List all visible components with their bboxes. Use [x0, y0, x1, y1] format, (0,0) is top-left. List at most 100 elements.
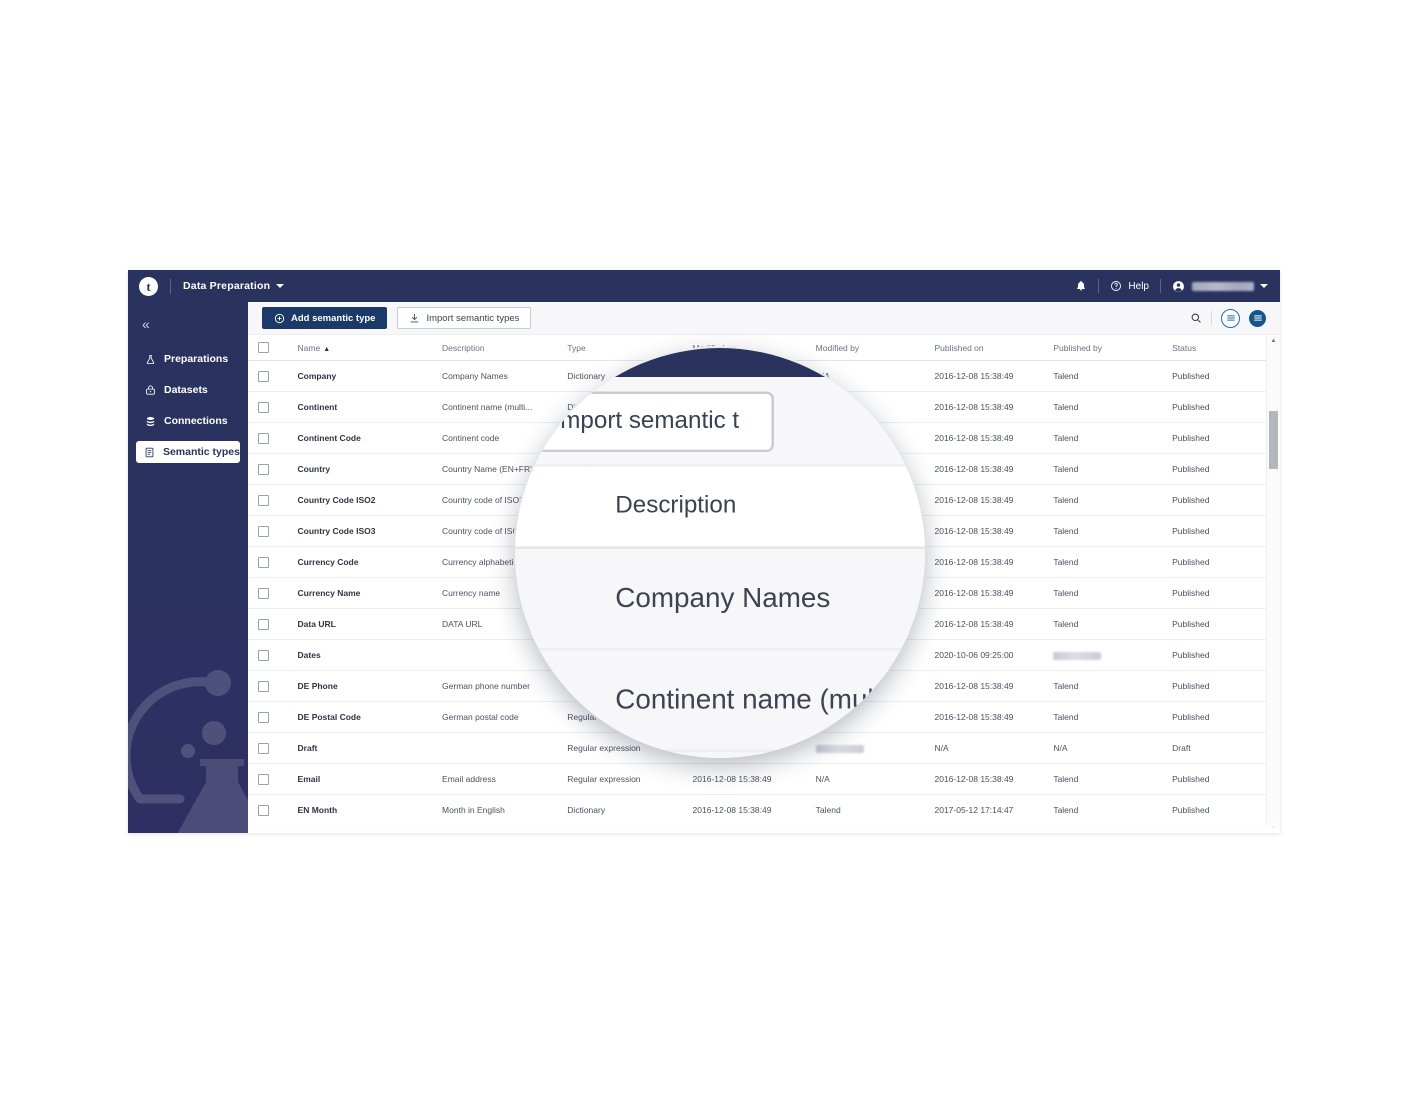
user-name-blurred — [1192, 281, 1254, 291]
cell-name: DE Postal Code — [286, 701, 432, 734]
app-topbar: t Data Preparation Help — [128, 270, 1280, 302]
magnified-table-row[interactable]: ContinentContinent name (multi...Diction… — [515, 649, 925, 753]
cell-status: Published — [1161, 608, 1280, 641]
cell-status: Draft — [1161, 732, 1280, 765]
cell-name: Company — [286, 360, 432, 393]
table-row[interactable]: Email Email address Regular expression 2016… — [248, 763, 1280, 796]
cell-name: EN Month — [286, 794, 432, 827]
magnified-table-row[interactable]: CompanyCompany NamesDictionary — [515, 547, 925, 651]
cell-published-by: Talend — [1042, 422, 1162, 455]
app-title-menu[interactable]: Data Preparation — [183, 280, 285, 292]
list-view-icon[interactable] — [1221, 308, 1240, 328]
sidebar-item-label: Preparations — [164, 353, 229, 365]
scroll-up-arrow-icon[interactable]: ▲ — [1267, 335, 1280, 346]
sidebar-item-datasets[interactable]: Datasets — [136, 379, 240, 401]
sidebar-item-label: Semantic types — [162, 446, 240, 458]
sidebar-item-connections[interactable]: Connections — [136, 410, 240, 432]
sidebar: « Preparations Datasets Connections Sema… — [128, 302, 248, 833]
column-header-status[interactable]: Status — [1161, 335, 1280, 362]
row-checkbox-cell — [248, 360, 287, 393]
select-all-checkbox[interactable] — [258, 342, 269, 354]
sidebar-collapse-button[interactable]: « — [142, 316, 162, 332]
sidebar-item-semantic-types[interactable]: Semantic types — [136, 441, 240, 463]
cell-type: Dictionary — [556, 825, 682, 833]
cell-description: Month in English (short) — [431, 825, 557, 833]
cell-published-by: Talend — [1042, 391, 1162, 424]
column-header-published-by[interactable]: Published by — [1042, 335, 1162, 362]
plus-circle-icon — [274, 313, 285, 324]
import-semantic-types-button[interactable]: Import semantic types — [397, 307, 532, 329]
cell-published-on: 2016-12-08 15:38:49 — [923, 515, 1043, 548]
row-checkbox[interactable] — [258, 804, 269, 816]
row-checkbox[interactable] — [258, 432, 269, 444]
cell-type: Regular expression — [556, 763, 682, 796]
toolbar-divider — [1211, 311, 1212, 325]
cell-published-by: Talend — [1042, 825, 1162, 833]
magnifier-offset: ns s ections antic types — [515, 348, 925, 758]
row-checkbox[interactable] — [258, 370, 269, 382]
magnified-content: Add semantic type Import semantic t — [515, 377, 925, 758]
cell-status: Published — [1161, 546, 1280, 579]
row-checkbox[interactable] — [258, 773, 269, 785]
row-checkbox-cell — [248, 701, 287, 734]
cell-name: Draft — [286, 732, 432, 765]
cell-published-by: Talend — [1042, 577, 1162, 610]
user-menu-chevron-down-icon[interactable] — [1260, 284, 1268, 288]
cell-status: Published — [1161, 360, 1280, 393]
cell-published-by: Talend — [1042, 484, 1162, 517]
add-semantic-type-label: Add semantic type — [291, 312, 376, 324]
cell-description: Month in English — [431, 794, 557, 827]
bell-icon[interactable] — [1075, 280, 1087, 292]
magnified-column-header-description[interactable]: Description — [586, 466, 925, 549]
cell-status: Published — [1161, 484, 1280, 517]
cell-published-by: Talend — [1042, 670, 1162, 703]
cell-name: Country Code ISO2 — [286, 484, 432, 517]
user-avatar-icon[interactable] — [1172, 280, 1185, 293]
row-checkbox[interactable] — [258, 401, 269, 413]
row-checkbox-cell — [248, 794, 287, 827]
table-row[interactable]: EN Month AbbrevMonth in English (short)D… — [248, 825, 1280, 833]
row-checkbox-cell — [248, 484, 287, 517]
row-checkbox[interactable] — [258, 587, 269, 599]
row-checkbox-cell — [248, 577, 287, 610]
row-checkbox[interactable] — [258, 525, 269, 537]
cell-published-by: Talend — [1042, 701, 1162, 734]
talend-logo-icon[interactable]: t — [139, 276, 158, 296]
column-header-name[interactable]: Name ▲ — [286, 335, 432, 362]
cell-published-on: 2016-12-08 15:38:49 — [923, 360, 1043, 393]
help-label[interactable]: Help — [1128, 281, 1149, 292]
cell-status: Published — [1161, 639, 1280, 672]
magnified-column-header-name[interactable]: Name▲ — [515, 466, 587, 549]
column-header-published-on[interactable]: Published on — [923, 335, 1043, 362]
cell-name: Country — [286, 453, 432, 486]
scrollbar-thumb[interactable] — [1269, 411, 1278, 469]
scroll-down-arrow-icon[interactable]: ▼ — [1267, 823, 1280, 833]
row-checkbox[interactable] — [258, 618, 269, 630]
row-checkbox-cell — [248, 608, 287, 641]
search-icon[interactable] — [1190, 312, 1202, 324]
import-semantic-types-label: Import semantic types — [426, 312, 520, 324]
magnified-import-semantic-types-button[interactable]: Import semantic t — [515, 390, 774, 451]
topbar-divider-3 — [1160, 279, 1161, 293]
row-checkbox[interactable] — [258, 649, 269, 661]
table-row[interactable]: EN Month Month in English Dictionary 2016-1… — [248, 794, 1280, 827]
topbar-actions: Help — [1075, 279, 1280, 293]
cell-name: EN Month Abbrev — [286, 825, 432, 833]
row-checkbox[interactable] — [258, 463, 269, 475]
row-checkbox[interactable] — [258, 556, 269, 568]
row-checkbox[interactable] — [258, 711, 269, 723]
cell-modified-by: N/A — [804, 763, 924, 796]
sidebar-item-preparations[interactable]: Preparations — [136, 348, 240, 370]
flask-watermark-icon — [128, 670, 248, 833]
magnified-table-row[interactable]: Continent CodeContinent codeDictionary — [515, 750, 925, 758]
magnified-cell-description: Continent code — [586, 750, 925, 758]
cell-modified-on: 2016-12-08 15:38:49 — [681, 825, 805, 833]
row-checkbox[interactable] — [258, 742, 269, 754]
table-view-icon[interactable] — [1249, 309, 1266, 327]
row-checkbox[interactable] — [258, 494, 269, 506]
cell-modified-by: Talend — [804, 794, 924, 827]
vertical-scrollbar[interactable]: ▲ ▼ — [1266, 335, 1280, 833]
add-semantic-type-button[interactable]: Add semantic type — [262, 307, 388, 329]
help-circle-icon[interactable] — [1110, 280, 1122, 292]
row-checkbox[interactable] — [258, 680, 269, 692]
